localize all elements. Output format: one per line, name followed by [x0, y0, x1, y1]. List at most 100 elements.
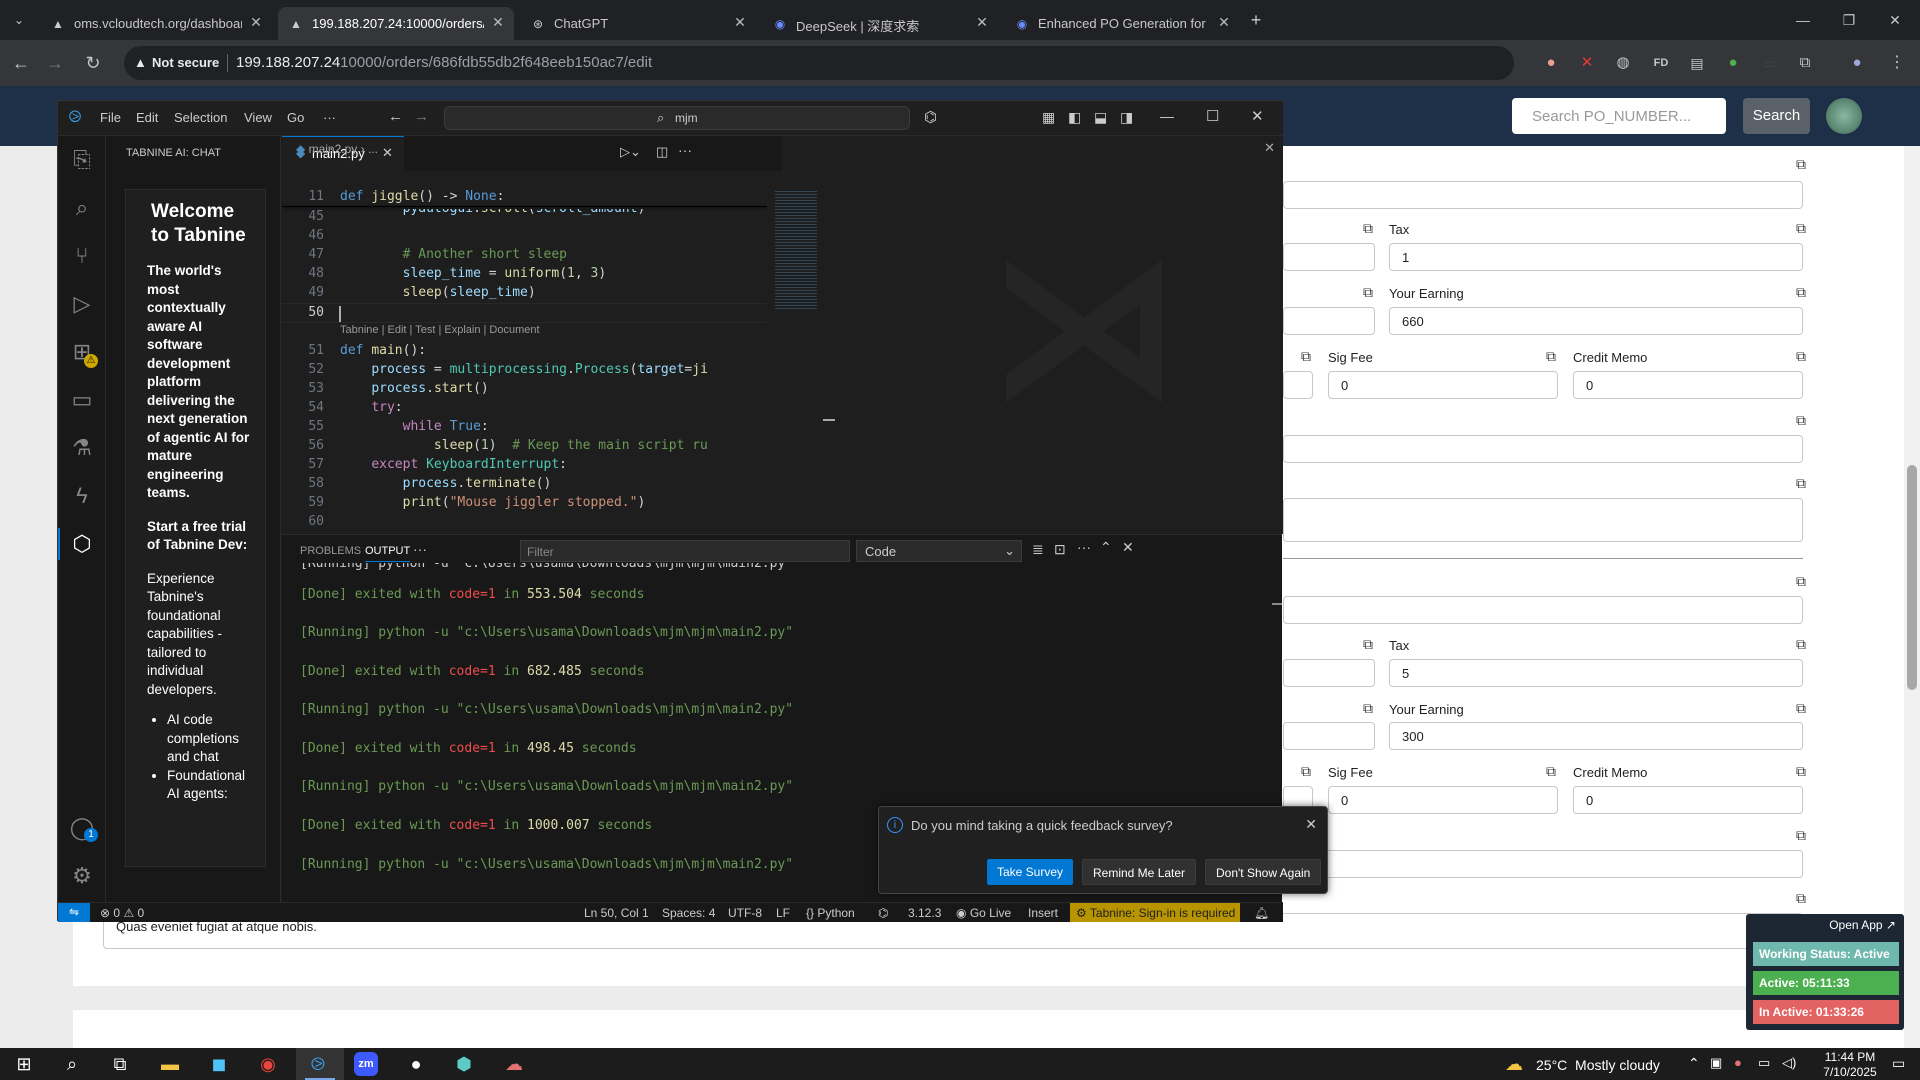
- sig-fee-input[interactable]: 0: [1328, 371, 1558, 399]
- extension-icon-2[interactable]: ✕: [1574, 50, 1600, 76]
- toggle-secondary-sidebar-icon[interactable]: ◨: [1120, 109, 1133, 126]
- problems-status[interactable]: ⊗ 0 ⚠ 0: [100, 906, 144, 920]
- editor-more-actions-icon[interactable]: ···: [678, 142, 692, 158]
- text-field[interactable]: [1283, 850, 1803, 878]
- copy-icon[interactable]: ⧉: [1298, 348, 1314, 364]
- panel-more-icon[interactable]: ···: [413, 541, 427, 557]
- browser-tab-orders-edit[interactable]: ▲ 199.188.207.24:10000/orders/686fdb55db…: [278, 7, 514, 40]
- toggle-sidebar-icon[interactable]: ◧: [1068, 109, 1081, 126]
- browser-tab-deepseek[interactable]: ◉ DeepSeek | 深度求索 ✕: [762, 7, 998, 40]
- vim-mode[interactable]: Insert: [1028, 906, 1058, 920]
- not-secure-label[interactable]: Not secure: [152, 55, 219, 70]
- volume-icon[interactable]: ◁): [1782, 1055, 1796, 1071]
- take-survey-button[interactable]: Take Survey: [987, 859, 1074, 885]
- line-ending[interactable]: LF: [776, 906, 790, 920]
- chrome-menu-icon[interactable]: ⋮: [1884, 50, 1910, 76]
- tab-problems[interactable]: PROBLEMS: [300, 545, 361, 557]
- copilot-icon[interactable]: ⌬: [924, 108, 937, 126]
- text-field[interactable]: [1283, 181, 1803, 209]
- copy-icon[interactable]: ⧉: [1793, 220, 1809, 236]
- weather-text[interactable]: 25°C Mostly cloudy: [1536, 1057, 1660, 1073]
- tabnine-status[interactable]: ⚙ Tabnine: Sign-in is required: [1070, 903, 1240, 922]
- tab-close-icon[interactable]: ✕: [732, 14, 748, 31]
- output-filter-input[interactable]: Filter: [520, 540, 850, 562]
- po-search-input[interactable]: Search PO_NUMBER...: [1512, 98, 1726, 134]
- textarea-field[interactable]: [1283, 498, 1803, 542]
- tax-input[interactable]: 5: [1389, 659, 1803, 687]
- python-version[interactable]: 3.12.3: [908, 906, 941, 920]
- explorer-files-icon[interactable]: ⎘: [68, 146, 96, 174]
- close-icon[interactable]: ✕: [1251, 107, 1264, 125]
- notifications-bell-icon[interactable]: 🔔︎: [1254, 906, 1269, 920]
- clear-output-icon[interactable]: ≣: [1032, 541, 1044, 558]
- credit-memo-input[interactable]: 0: [1573, 371, 1803, 399]
- clock-time[interactable]: 11:44 PM: [1815, 1050, 1885, 1064]
- copilot-status-icon[interactable]: ⌬: [878, 906, 888, 920]
- remote-explorer-icon[interactable]: ▭: [68, 386, 96, 414]
- show-hidden-icons-chevron-icon[interactable]: ⌃: [1688, 1055, 1700, 1072]
- menu-more[interactable]: ···: [323, 110, 336, 125]
- tray-record-icon[interactable]: ●: [1734, 1055, 1742, 1070]
- tab-close-icon[interactable]: ✕: [490, 14, 506, 31]
- dont-show-again-button[interactable]: Don't Show Again: [1205, 859, 1322, 885]
- settings-gear-icon[interactable]: ⚙: [68, 862, 96, 890]
- your-earning-input[interactable]: 660: [1389, 307, 1803, 335]
- lightning-icon[interactable]: ϟ: [68, 482, 96, 510]
- extension-fd-icon[interactable]: FD: [1648, 50, 1674, 76]
- code-editor[interactable]: 11 def jiggle() -> None: 45 pyautogui.sc…: [282, 189, 767, 529]
- copy-icon[interactable]: ⧉: [1793, 890, 1809, 906]
- indentation[interactable]: Spaces: 4: [662, 906, 715, 920]
- vscode-icon[interactable]: ⧁: [306, 1052, 330, 1076]
- tab-close-icon[interactable]: ✕: [974, 14, 990, 31]
- extension-dark-icon[interactable]: ▭: [1756, 50, 1782, 76]
- tabnine-icon[interactable]: ⬡: [68, 530, 96, 558]
- chrome-icon[interactable]: ◉: [256, 1052, 280, 1076]
- output-channel-select[interactable]: Code ⌄: [856, 540, 1022, 562]
- encoding[interactable]: UTF-8: [728, 906, 762, 920]
- menu-selection[interactable]: Selection: [174, 110, 227, 125]
- address-bar[interactable]: ▲ Not secure 199.188.207.24 :10000/order…: [124, 46, 1514, 80]
- new-tab-plus-icon[interactable]: +: [1243, 7, 1269, 33]
- copy-icon[interactable]: ⧉: [1298, 763, 1314, 779]
- panel-more-actions-icon[interactable]: ···: [1077, 539, 1091, 555]
- forward-arrow-icon[interactable]: →: [42, 50, 68, 76]
- browser-tab-chatgpt[interactable]: ⊛ ChatGPT ✕: [520, 7, 756, 40]
- copy-icon[interactable]: ⧉: [1793, 573, 1809, 589]
- text-field[interactable]: [1283, 435, 1803, 463]
- copy-icon[interactable]: ⧉: [1360, 636, 1376, 652]
- tabnine-codelens[interactable]: Tabnine | Edit | Test | Explain | Docume…: [340, 324, 540, 336]
- minimap[interactable]: [767, 189, 839, 529]
- app-hexagon-icon[interactable]: ⬢: [452, 1052, 476, 1076]
- file-explorer-icon[interactable]: ▬: [158, 1052, 182, 1076]
- source-control-icon[interactable]: ⑂: [68, 242, 96, 270]
- credit-memo-input[interactable]: 0: [1573, 786, 1803, 814]
- copy-icon[interactable]: ⧉: [1793, 475, 1809, 491]
- profile-avatar-icon[interactable]: ●: [1844, 50, 1870, 76]
- page-scrollbar-thumb[interactable]: [1907, 465, 1917, 690]
- go-live[interactable]: ◉ Go Live: [956, 906, 1011, 920]
- copy-icon[interactable]: ⧉: [1360, 700, 1376, 716]
- menu-edit[interactable]: Edit: [136, 110, 158, 125]
- extension-globe-icon[interactable]: ◍: [1610, 50, 1636, 76]
- lock-scroll-icon[interactable]: ⊡: [1054, 541, 1066, 558]
- task-view-icon[interactable]: ⧉: [108, 1052, 132, 1076]
- minimap-slider[interactable]: [823, 419, 835, 421]
- notification-close-icon[interactable]: ✕: [1305, 816, 1317, 833]
- nav-back-arrow-icon[interactable]: ←: [388, 108, 403, 125]
- tor-icon[interactable]: ●: [404, 1052, 428, 1076]
- text-field[interactable]: [1283, 243, 1375, 271]
- text-field[interactable]: [1283, 371, 1313, 399]
- app-cloud-icon[interactable]: ☁: [502, 1052, 526, 1076]
- cursor-position[interactable]: Ln 50, Col 1: [584, 906, 649, 920]
- back-arrow-icon[interactable]: ←: [8, 50, 34, 76]
- reload-icon[interactable]: ↻: [80, 50, 106, 76]
- toggle-panel-icon[interactable]: ⬓: [1094, 109, 1107, 126]
- tab-close-icon[interactable]: ✕: [382, 145, 393, 161]
- split-editor-icon[interactable]: ◫: [656, 144, 668, 160]
- breadcrumb-file[interactable]: main2.py: [309, 142, 358, 156]
- copy-icon[interactable]: ⧉: [1793, 827, 1809, 843]
- tab-close-icon[interactable]: ✕: [248, 14, 264, 31]
- browser-tab-enhanced-po[interactable]: ◉ Enhanced PO Generation for M ✕: [1004, 7, 1240, 40]
- windows-start-icon[interactable]: ⊞: [12, 1052, 36, 1076]
- clock-date[interactable]: 7/10/2025: [1815, 1065, 1885, 1079]
